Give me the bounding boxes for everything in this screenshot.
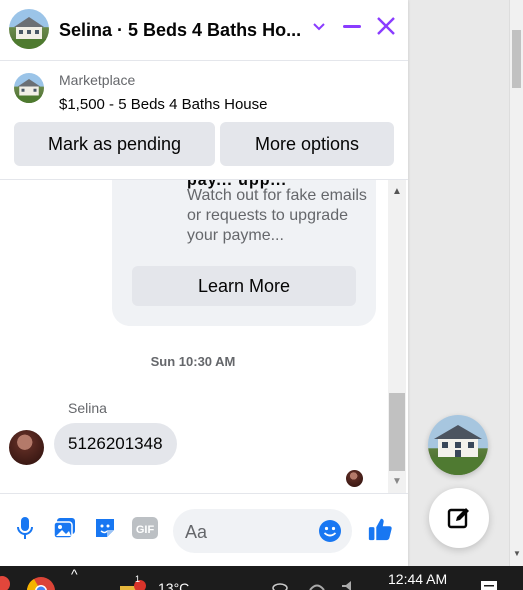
chevron-down-icon[interactable] [312, 16, 326, 42]
house-image [9, 17, 49, 49]
photo-icon[interactable] [52, 515, 78, 541]
message-scrollbar[interactable]: ▲ ▼ [388, 180, 406, 493]
notification-badge: 1 [135, 574, 141, 584]
chat-header: Selina · 5 Beds 4 Baths Ho... [0, 0, 408, 61]
sender-avatar[interactable] [9, 430, 44, 465]
contact-bubble-avatar[interactable] [428, 415, 488, 475]
gif-icon[interactable]: GIF [132, 515, 158, 541]
message-list: pay... upp... Watch out for fake emails … [0, 180, 408, 493]
chat-avatar[interactable] [9, 9, 49, 49]
sender-name: Selina [68, 400, 107, 416]
page-scrollbar[interactable]: ▼ [509, 0, 523, 566]
minimize-icon[interactable] [342, 16, 362, 42]
close-icon[interactable] [376, 16, 396, 42]
chat-title[interactable]: Selina · 5 Beds 4 Baths Ho... [59, 20, 301, 41]
new-message-button[interactable] [429, 488, 489, 548]
message-input[interactable] [183, 519, 317, 545]
svg-text:GIF: GIF [136, 524, 155, 536]
message-scrollbar-thumb[interactable] [389, 393, 405, 471]
listing-source: Marketplace [59, 72, 136, 88]
network-icon[interactable] [308, 580, 326, 590]
house-image [14, 79, 44, 103]
page-scroll-down-arrow[interactable]: ▼ [513, 549, 521, 558]
speaker-icon[interactable] [340, 580, 358, 590]
os-taskbar: ^ 1 13°C 12:44 AM [0, 566, 523, 590]
app-icon[interactable] [0, 576, 10, 590]
taskbar-clock[interactable]: 12:44 AM [388, 571, 447, 587]
more-options-button[interactable]: More options [220, 122, 394, 166]
microphone-icon[interactable] [12, 515, 38, 541]
scroll-up-arrow[interactable]: ▲ [392, 186, 402, 197]
listing-thumbnail[interactable] [14, 73, 44, 103]
scroll-down-arrow[interactable]: ▼ [392, 476, 402, 487]
compose-icon [447, 508, 469, 529]
thumbs-up-icon[interactable] [367, 516, 393, 542]
mark-as-pending-button[interactable]: Mark as pending [14, 122, 215, 166]
message-bubble[interactable]: 5126201348 [54, 423, 177, 465]
safety-tip-card: pay... upp... Watch out for fake emails … [112, 180, 376, 326]
emoji-icon[interactable] [318, 519, 342, 543]
weather-text[interactable]: 13°C [158, 580, 189, 590]
page-scrollbar-thumb[interactable] [512, 30, 521, 88]
seen-indicator-avatar [346, 470, 363, 487]
listing-title[interactable]: $1,500 - 5 Beds 4 Baths House [59, 96, 267, 113]
chrome-icon[interactable] [26, 576, 56, 590]
onedrive-icon[interactable] [272, 580, 288, 590]
message-timestamp: Sun 10:30 AM [150, 354, 236, 369]
sticker-icon[interactable] [92, 515, 118, 541]
message-composer: GIF [0, 493, 408, 567]
message-input-wrapper [173, 509, 352, 553]
notifications-center-icon[interactable] [480, 580, 498, 590]
house-image [428, 425, 488, 475]
safety-tip-text: Watch out for fake emails or requests to… [187, 187, 367, 244]
show-hidden-icons-chevron-icon[interactable]: ^ [71, 566, 78, 582]
learn-more-button[interactable]: Learn More [132, 266, 356, 306]
chat-window: Selina · 5 Beds 4 Baths Ho... Marketplac… [0, 0, 408, 566]
marketplace-listing: Marketplace $1,500 - 5 Beds 4 Baths Hous… [0, 61, 408, 180]
